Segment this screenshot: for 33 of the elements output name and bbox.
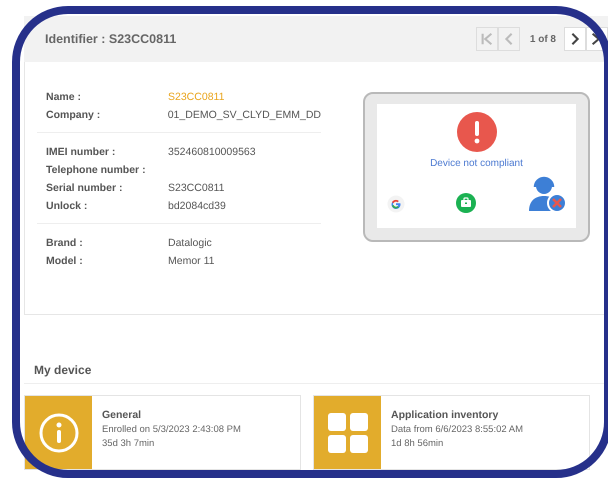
field-label: Brand :: [46, 236, 84, 251]
identifier-title: Identifier : S23CC0811: [45, 32, 176, 46]
compliance-status: Device not compliant: [430, 158, 523, 169]
card-detail: 1d 8h 56min: [391, 438, 444, 449]
field-value: bd2084cd39: [168, 199, 226, 214]
field-value: Datalogic: [168, 236, 212, 251]
section-title: My device: [34, 363, 92, 379]
card-detail: Enrolled on 5/3/2023 2:43:08 PM: [102, 424, 241, 435]
field-value: 01_DEMO_SV_CLYD_EMM_DD: [168, 108, 321, 123]
card-detail: 35d 3h 7min: [102, 438, 156, 449]
field-label: Model :: [46, 254, 84, 269]
google-g-icon: [386, 195, 404, 213]
card-title: Application inventory: [391, 409, 500, 421]
field-label: Unlock :: [46, 199, 88, 214]
field-label: Name :: [46, 90, 82, 105]
info-icon: [38, 412, 78, 452]
first-page-icon: [480, 32, 494, 46]
field-label: Company :: [46, 108, 102, 123]
page-indicator: 1 of 8: [530, 34, 556, 44]
field-label: IMEI number :: [46, 145, 116, 160]
summary-card[interactable]: Application inventory Data from 6/6/2023 8:55:02 AM 1d 8h 56min: [313, 395, 590, 470]
card-title: General: [102, 409, 142, 421]
field-value: Memor 11: [168, 254, 214, 269]
field-label: Telephone number :: [46, 163, 147, 178]
summary-card[interactable]: General Enrolled on 5/3/2023 2:43:08 PM 35d 3h 7min: [24, 395, 301, 470]
grid-icon: [328, 412, 368, 452]
alert-icon: [456, 112, 496, 152]
field-label: Serial number :: [46, 181, 124, 196]
field-value: S23CC0811: [168, 181, 224, 196]
briefcase-icon: [456, 193, 476, 213]
next-page-button[interactable]: [564, 27, 586, 51]
card-detail: Data from 6/6/2023 8:55:02 AM: [391, 424, 524, 435]
field-value: 352460810009563: [168, 145, 256, 160]
